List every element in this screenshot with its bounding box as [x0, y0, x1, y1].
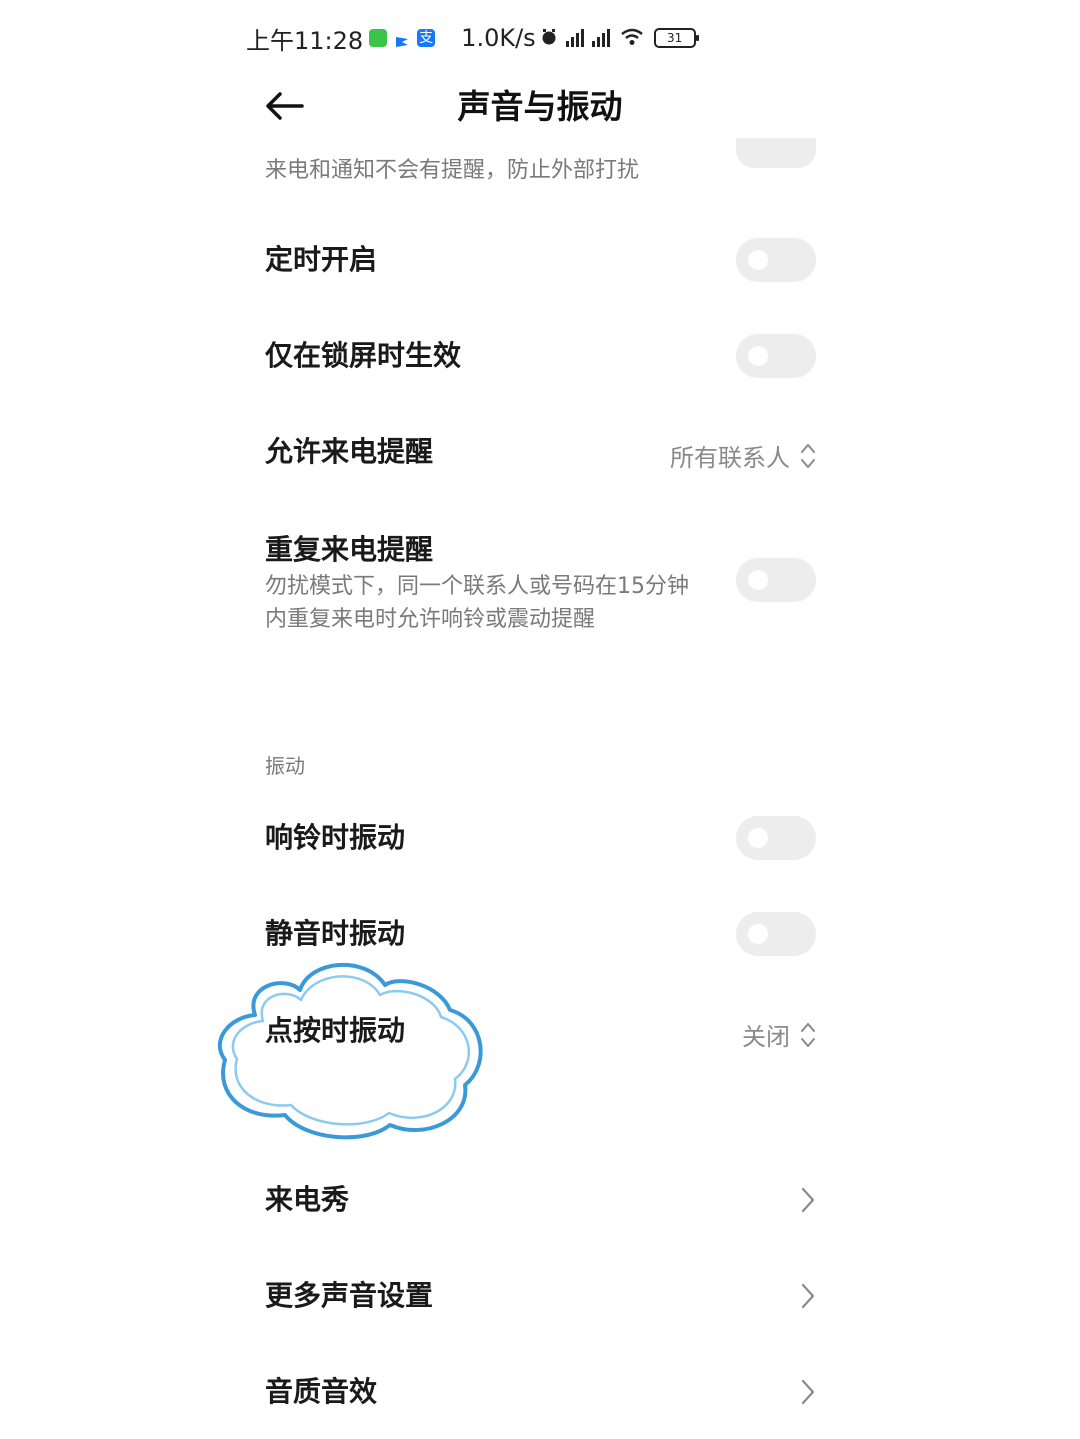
dnd-toggle[interactable]: [736, 138, 816, 168]
lockscreen-only-toggle[interactable]: [736, 334, 816, 378]
row-vibrate-ring[interactable]: 响铃时振动: [265, 816, 816, 860]
row-haptic-feedback[interactable]: 点按时振动 关闭: [265, 1009, 816, 1053]
section-label-vibration: 振动: [265, 754, 305, 778]
alipay-icon: 支: [417, 29, 436, 47]
row-vibrate-silent[interactable]: 静音时振动: [265, 912, 816, 956]
status-time: 上午11:28: [246, 26, 364, 55]
vibrate-silent-toggle[interactable]: [736, 912, 816, 956]
row-sound-quality[interactable]: 音质音效: [265, 1370, 816, 1414]
haptic-feedback-select[interactable]: 关闭: [742, 1017, 816, 1052]
row-title: 静音时振动: [265, 917, 406, 950]
flag-app-icon: [393, 29, 411, 47]
toggle-knob: [748, 828, 768, 848]
message-app-icon: [369, 29, 388, 47]
toggle-knob: [748, 570, 768, 590]
row-title: 重复来电提醒: [265, 533, 434, 566]
row-description: 勿扰模式下，同一个联系人或号码在15分钟 内重复来电时允许响铃或震动提醒: [265, 570, 720, 636]
signal-icon: [591, 29, 610, 47]
up-down-icon: [801, 1022, 815, 1047]
dnd-description: 来电和通知不会有提醒，防止外部打扰: [265, 158, 640, 183]
description-line: 内重复来电时允许响铃或震动提醒: [265, 607, 596, 632]
toggle-knob: [748, 924, 768, 944]
chevron-right-icon: [801, 1187, 815, 1213]
row-title: 响铃时振动: [265, 821, 406, 854]
row-repeat-calls[interactable]: 重复来电提醒 勿扰模式下，同一个联系人或号码在15分钟 内重复来电时允许响铃或震…: [265, 528, 816, 638]
row-title: 定时开启: [265, 243, 378, 276]
battery-icon: 31: [653, 28, 699, 48]
allow-calls-select[interactable]: 所有联系人: [670, 438, 816, 473]
row-scheduled[interactable]: 定时开启: [265, 238, 816, 282]
row-title: 更多声音设置: [265, 1279, 434, 1312]
description-line: 勿扰模式下，同一个联系人或号码在15分钟: [265, 574, 689, 599]
repeat-calls-toggle[interactable]: [736, 558, 816, 602]
row-title: 来电秀: [265, 1183, 350, 1216]
row-title: 音质音效: [265, 1375, 378, 1408]
toggle-knob: [748, 250, 768, 270]
signal-icon: [565, 29, 584, 47]
row-caller-show[interactable]: 来电秀: [265, 1178, 816, 1222]
scheduled-toggle[interactable]: [736, 238, 816, 282]
row-more-sound-settings[interactable]: 更多声音设置: [265, 1274, 816, 1318]
vibrate-ring-toggle[interactable]: [736, 816, 816, 860]
select-value: 所有联系人: [670, 444, 790, 472]
row-lockscreen-only[interactable]: 仅在锁屏时生效: [265, 334, 816, 378]
up-down-icon: [801, 443, 815, 468]
status-bar: 上午11:28 支 1.0K/s 31: [246, 18, 699, 58]
select-value: 关闭: [742, 1023, 790, 1051]
row-title: 点按时振动: [265, 1014, 406, 1047]
alarm-icon: [540, 24, 558, 52]
chevron-right-icon: [801, 1283, 815, 1309]
toggle-knob: [748, 346, 768, 366]
page-title: 声音与振动: [457, 87, 623, 126]
row-allow-calls[interactable]: 允许来电提醒 所有联系人: [265, 430, 816, 474]
header: 声音与振动: [0, 72, 1080, 138]
row-title: 仅在锁屏时生效: [265, 339, 462, 372]
network-speed: 1.0K/s: [461, 24, 536, 52]
wifi-icon: [620, 24, 644, 52]
chevron-right-icon: [801, 1379, 815, 1405]
